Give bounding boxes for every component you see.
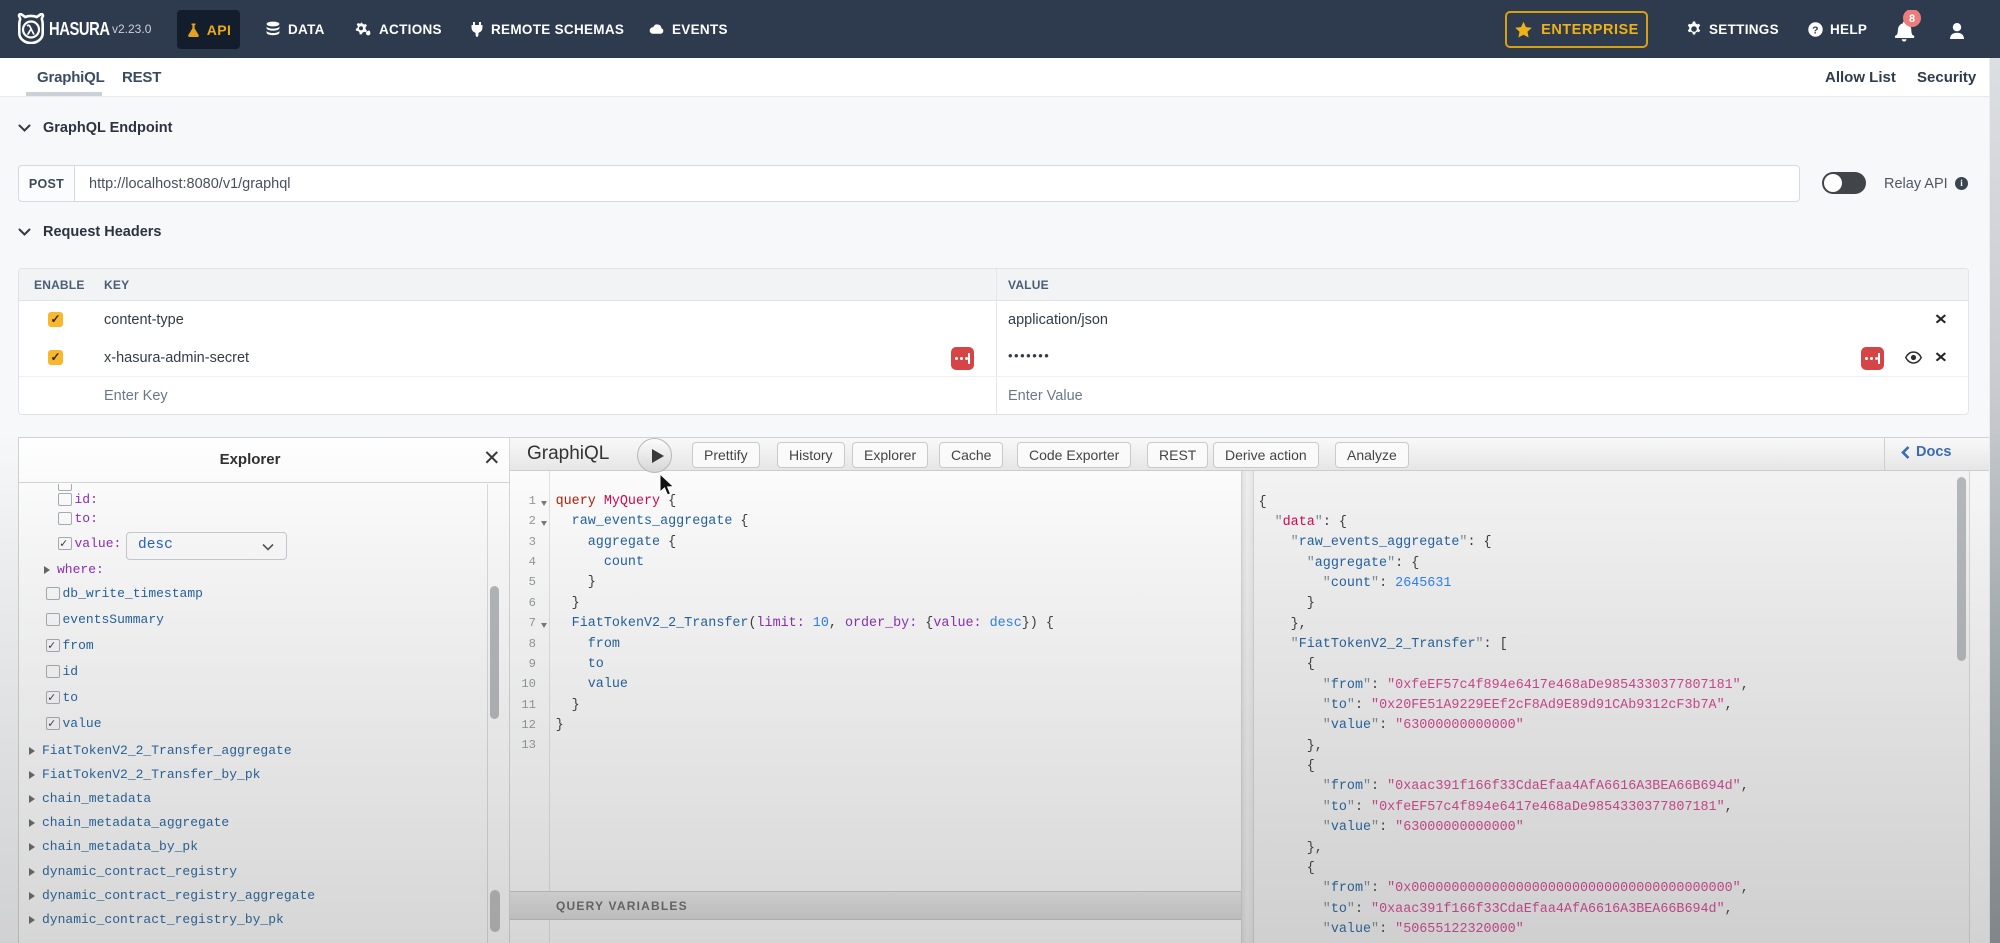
svg-text:8: 8 (1909, 13, 1915, 25)
svg-text:?: ? (1812, 24, 1819, 36)
